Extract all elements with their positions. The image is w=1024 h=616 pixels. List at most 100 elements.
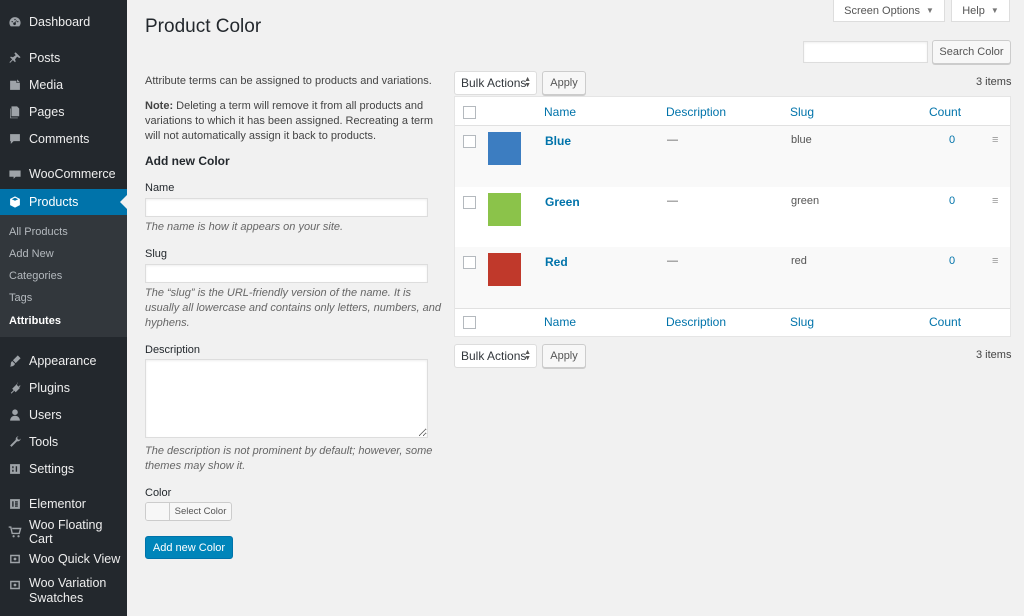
items-count-top: 3 items xyxy=(976,76,1012,88)
menu-label: Settings xyxy=(29,462,75,476)
menu-label: Woo Variation xyxy=(29,576,107,590)
settings-icon xyxy=(8,462,22,476)
select-all-checkbox[interactable] xyxy=(463,106,476,119)
menu-label-line2: Swatches xyxy=(29,591,84,605)
help-label: Help xyxy=(962,4,985,17)
term-count-link[interactable]: 0 xyxy=(949,255,955,267)
color-preview[interactable] xyxy=(146,503,170,520)
bulk-actions-select-top[interactable]: Bulk Actions ▲ ▼ xyxy=(454,71,537,95)
column-footer-name[interactable]: Name xyxy=(544,315,576,329)
menu-label: Products xyxy=(29,195,79,209)
row-checkbox[interactable] xyxy=(463,196,476,209)
bulk-actions-label: Bulk Actions xyxy=(461,76,527,90)
term-count-link[interactable]: 0 xyxy=(949,195,955,207)
note-line-1: Deleting a term will remove it from all … xyxy=(173,100,424,112)
slug-help: The “slug” is the URL-friendly version o… xyxy=(145,286,445,331)
pages-icon xyxy=(8,105,22,119)
row-checkbox[interactable] xyxy=(463,256,476,269)
column-header-slug[interactable]: Slug xyxy=(790,105,814,119)
column-footer-count[interactable]: Count xyxy=(929,315,961,329)
products-submenu: All Products Add New Categories Tags Att… xyxy=(0,215,127,337)
color-swatch xyxy=(488,193,521,226)
wrench-icon xyxy=(8,435,22,449)
items-count-bottom: 3 items xyxy=(976,349,1012,361)
submenu-add-new[interactable]: Add New xyxy=(9,248,54,260)
submenu-tags[interactable]: Tags xyxy=(9,292,32,304)
description-label: Description xyxy=(145,344,201,356)
select-arrows-icon: ▲ ▼ xyxy=(524,76,531,89)
woo-icon xyxy=(8,167,22,181)
menu-plugins[interactable]: Plugins xyxy=(0,376,127,400)
menu-woo-quick-view[interactable]: Woo Quick View xyxy=(0,547,127,571)
menu-settings[interactable]: Settings xyxy=(0,457,127,481)
column-header-count[interactable]: Count xyxy=(929,105,961,119)
screen-options-button[interactable]: Screen Options ▼ xyxy=(833,0,945,22)
term-name-link[interactable]: Red xyxy=(545,255,568,269)
menu-label: Woo Floating Cart xyxy=(29,518,103,546)
search-input[interactable] xyxy=(803,41,928,63)
menu-pages[interactable]: Pages xyxy=(0,100,127,124)
note-label: Note: xyxy=(145,100,174,112)
menu-users[interactable]: Users xyxy=(0,403,127,427)
slug-help-line-2: usually all lowercase and contains only … xyxy=(145,302,441,314)
menu-products[interactable]: Products xyxy=(0,189,127,215)
menu-label: Elementor xyxy=(29,497,86,511)
menu-dashboard[interactable]: Dashboard xyxy=(0,10,127,34)
submenu-all-products[interactable]: All Products xyxy=(9,226,68,238)
slug-help-line-3: hyphens. xyxy=(145,317,190,329)
column-footer-description[interactable]: Description xyxy=(666,315,726,329)
dashboard-icon xyxy=(8,15,22,29)
select-all-checkbox-footer[interactable] xyxy=(463,316,476,329)
caret-down-icon: ▼ xyxy=(925,6,934,15)
description-help-line-1: The description is not prominent by defa… xyxy=(145,445,433,457)
menu-label: Users xyxy=(29,408,62,422)
term-name-link[interactable]: Blue xyxy=(545,134,571,148)
column-header-name[interactable]: Name xyxy=(544,105,576,119)
menu-comments[interactable]: Comments xyxy=(0,127,127,151)
bulk-actions-select-bottom[interactable]: Bulk Actions ▲ ▼ xyxy=(454,344,537,368)
menu-label: Media xyxy=(29,78,64,92)
menu-label: Woo Quick View xyxy=(29,552,121,566)
description-help: The description is not prominent by defa… xyxy=(145,444,445,474)
apply-button-bottom[interactable]: Apply xyxy=(542,344,586,368)
term-description: — xyxy=(667,195,678,207)
submenu-categories[interactable]: Categories xyxy=(9,270,62,282)
term-count-link[interactable]: 0 xyxy=(949,134,955,146)
menu-elementor[interactable]: Elementor xyxy=(0,492,127,516)
menu-woocommerce[interactable]: WooCommerce xyxy=(0,162,127,186)
column-header-description[interactable]: Description xyxy=(666,105,726,119)
help-button[interactable]: Help ▼ xyxy=(951,0,1010,22)
menu-media[interactable]: Media xyxy=(0,73,127,97)
term-description: — xyxy=(667,255,678,267)
drag-handle-icon[interactable]: ≡ xyxy=(992,195,998,207)
term-description: — xyxy=(667,134,678,146)
menu-label: WooCommerce xyxy=(29,167,116,181)
drag-handle-icon[interactable]: ≡ xyxy=(992,134,998,146)
intro-text: Attribute terms can be assigned to produ… xyxy=(145,75,432,87)
swatch-icon xyxy=(8,578,22,592)
submenu-attributes[interactable]: Attributes xyxy=(9,315,61,327)
drag-handle-icon[interactable]: ≡ xyxy=(992,255,998,267)
term-slug: blue xyxy=(791,134,812,146)
description-field[interactable] xyxy=(145,359,428,438)
term-name-link[interactable]: Green xyxy=(545,195,580,209)
menu-tools[interactable]: Tools xyxy=(0,430,127,454)
color-swatch xyxy=(488,253,521,286)
column-footer-slug[interactable]: Slug xyxy=(790,315,814,329)
slug-field[interactable] xyxy=(145,264,428,283)
row-checkbox[interactable] xyxy=(463,135,476,148)
comment-icon xyxy=(8,132,22,146)
select-color-button[interactable]: Select Color xyxy=(170,503,231,520)
menu-appearance[interactable]: Appearance xyxy=(0,349,127,373)
term-slug: green xyxy=(791,195,820,207)
menu-posts[interactable]: Posts xyxy=(0,46,127,70)
color-picker[interactable]: Select Color xyxy=(145,502,232,521)
menu-woo-floating-cart[interactable]: Woo Floating Cart xyxy=(0,518,127,546)
form-heading: Add new Color xyxy=(145,154,230,168)
menu-woo-variation-swatches[interactable]: Woo Variation Swatches xyxy=(0,576,127,606)
note-line-3: will not automatically assign it back to… xyxy=(145,130,377,142)
name-field[interactable] xyxy=(145,198,428,217)
apply-button-top[interactable]: Apply xyxy=(542,71,586,95)
search-color-button[interactable]: Search Color xyxy=(932,40,1011,64)
add-new-color-button[interactable]: Add new Color xyxy=(145,536,233,559)
